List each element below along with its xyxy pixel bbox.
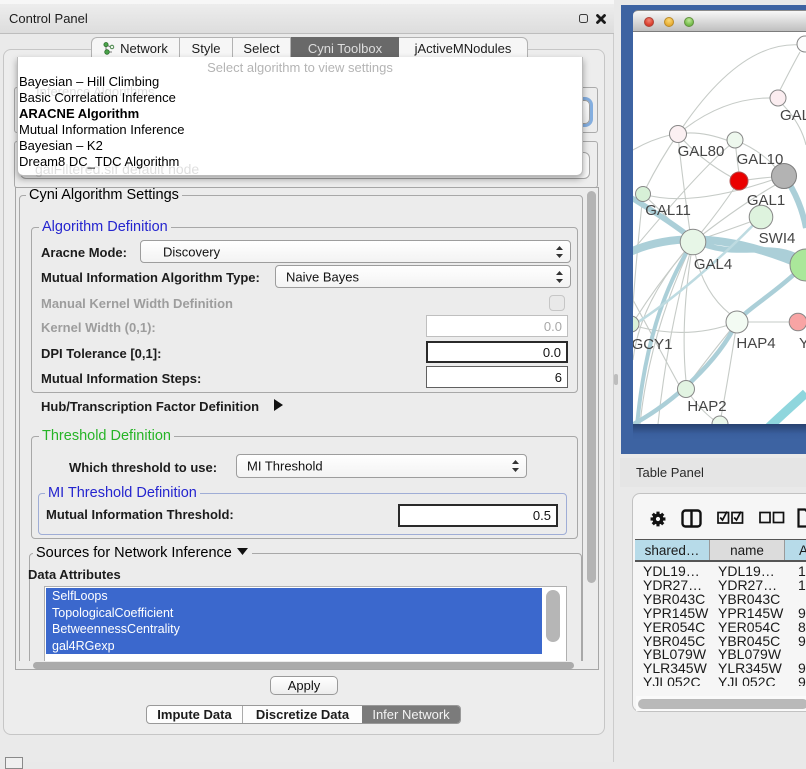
svg-text:GAL1: GAL1 <box>747 192 785 209</box>
svg-text:HAP2: HAP2 <box>687 398 726 415</box>
svg-text:GCY1: GCY1 <box>633 336 672 353</box>
svg-text:GAL11: GAL11 <box>645 202 691 219</box>
svg-text:YB: YB <box>799 335 806 352</box>
svg-text:HAP4: HAP4 <box>736 335 775 352</box>
svg-text:GAL2: GAL2 <box>780 107 806 124</box>
svg-text:GAL10: GAL10 <box>737 151 784 168</box>
svg-text:GAL4: GAL4 <box>694 256 732 273</box>
svg-text:GAL80: GAL80 <box>678 143 725 160</box>
svg-text:SWI4: SWI4 <box>759 230 796 247</box>
